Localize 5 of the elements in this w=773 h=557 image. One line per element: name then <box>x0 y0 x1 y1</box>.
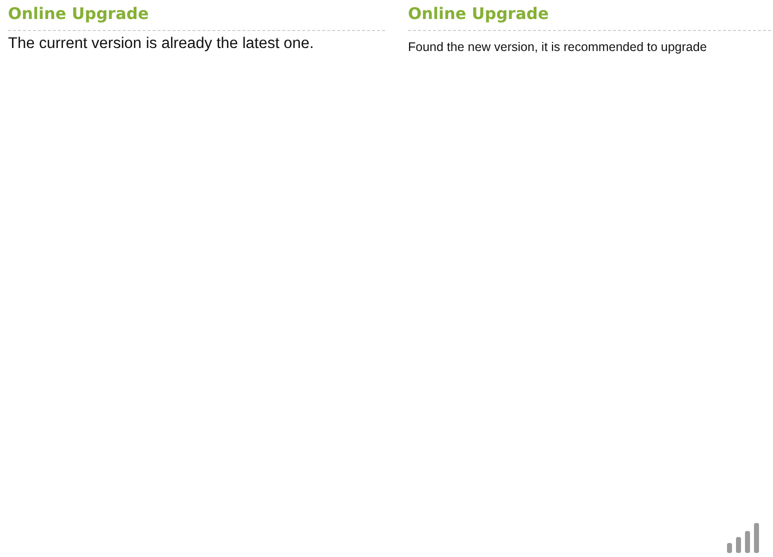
signal-icon <box>727 523 761 553</box>
status-message: The current version is already the latest one. <box>8 34 315 53</box>
status-message: Found the new version, it is recommended to upgrade <box>408 39 708 54</box>
section-title: Online Upgrade <box>408 4 773 31</box>
section-title: Online Upgrade <box>8 4 385 31</box>
